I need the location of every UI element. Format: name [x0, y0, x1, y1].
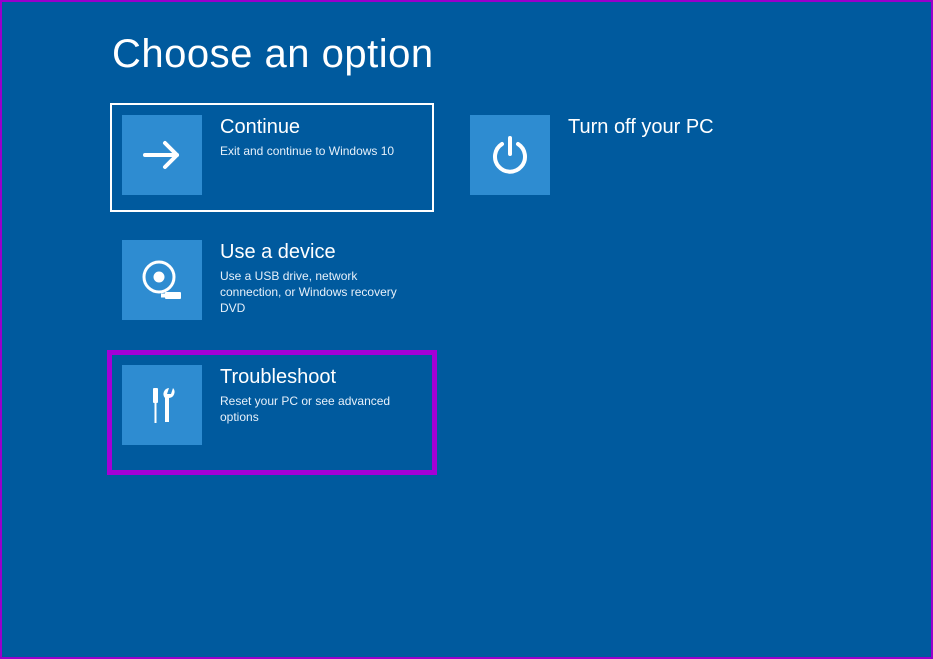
options-column-left: Continue Exit and continue to Windows 10 [112, 105, 432, 470]
troubleshoot-text: Troubleshoot Reset your PC or see advanc… [202, 355, 432, 425]
troubleshoot-title: Troubleshoot [220, 365, 422, 389]
turn-off-tile[interactable]: Turn off your PC [460, 105, 780, 210]
recovery-options-screen: Choose an option Continue Exit and conti… [2, 2, 931, 470]
use-device-text: Use a device Use a USB drive, network co… [202, 230, 432, 317]
options-grid: Continue Exit and continue to Windows 10 [112, 105, 931, 470]
continue-title: Continue [220, 115, 422, 139]
continue-text: Continue Exit and continue to Windows 10 [202, 105, 432, 159]
power-icon [470, 115, 550, 195]
disc-usb-icon [122, 240, 202, 320]
use-device-title: Use a device [220, 240, 422, 264]
turn-off-title: Turn off your PC [568, 115, 770, 139]
arrow-right-icon [122, 115, 202, 195]
use-device-desc: Use a USB drive, network connection, or … [220, 268, 422, 317]
troubleshoot-desc: Reset your PC or see advanced options [220, 393, 422, 425]
page-title: Choose an option [112, 32, 931, 77]
continue-desc: Exit and continue to Windows 10 [220, 143, 422, 159]
use-device-tile[interactable]: Use a device Use a USB drive, network co… [112, 230, 432, 335]
troubleshoot-tile[interactable]: Troubleshoot Reset your PC or see advanc… [112, 355, 432, 470]
continue-tile[interactable]: Continue Exit and continue to Windows 10 [112, 105, 432, 210]
turn-off-text: Turn off your PC [550, 105, 780, 143]
options-column-right: Turn off your PC [460, 105, 780, 470]
tools-icon [122, 365, 202, 445]
